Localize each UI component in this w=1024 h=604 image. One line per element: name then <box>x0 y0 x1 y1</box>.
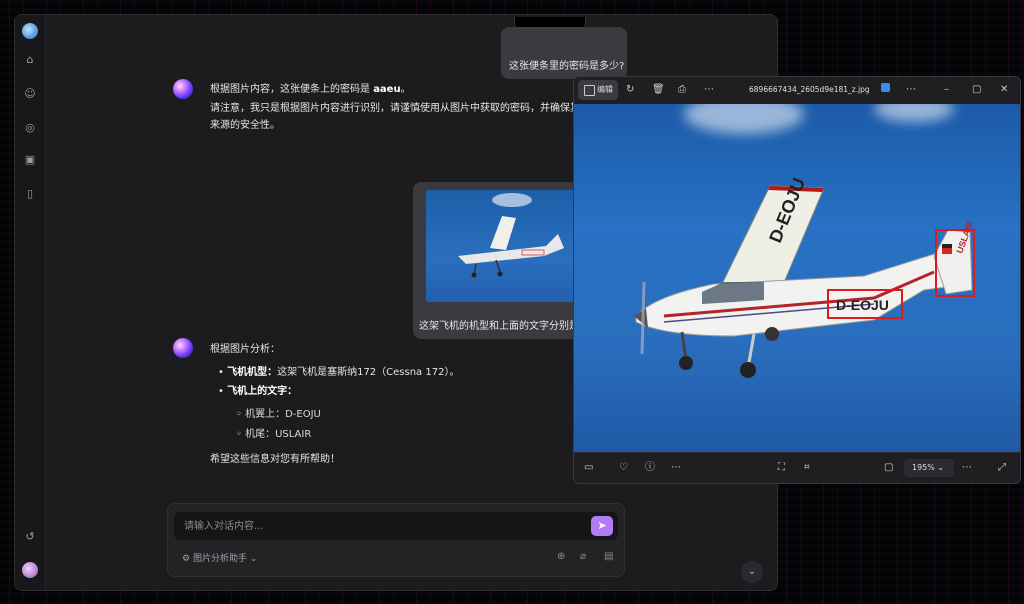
app-logo-icon[interactable] <box>22 23 38 39</box>
sub-item-text: 机尾：USLAIR <box>245 429 312 440</box>
edit-icon <box>584 85 595 96</box>
side-rail: ⌂ ☺ ◎ ▣ ▯ ↺ <box>15 15 46 590</box>
user-message-1: 这张便条里的密码是多少? <box>501 27 627 79</box>
fuselage-registration: D-EOJU <box>836 297 889 313</box>
answer-text: 希望这些信息对您有所帮助！ <box>210 454 340 465</box>
compass-icon[interactable]: ◎ <box>23 121 37 135</box>
file-name: 6896667434_2605d9e181_z.jpg <box>749 85 870 94</box>
item-label: 飞机机型： <box>227 367 278 378</box>
favorite-icon[interactable]: ♡ <box>619 461 628 475</box>
edit-button[interactable]: 编辑 <box>578 80 618 100</box>
scan-icon[interactable]: ⌗ <box>804 461 810 475</box>
user-avatar[interactable] <box>22 562 38 578</box>
zoom-selector[interactable]: 195% ⌄ <box>904 459 954 477</box>
answer-text: 请注意，我只是根据图片内容进行识别，请谨慎使用从图片中获取的密码，并确保其 <box>210 103 580 114</box>
send-button[interactable]: ➤ <box>591 516 613 536</box>
user-message-text: 这张便条里的密码是多少? <box>509 61 625 72</box>
item-label: 飞机上的文字： <box>227 386 298 397</box>
viewer-bottom-bar: ▭ ♡ ⓘ ⋯ ⛶ ⌗ ▢ 195% ⌄ ⋯ ⤢ <box>574 452 1020 483</box>
password-value: aaeu <box>373 84 401 95</box>
home-icon[interactable]: ⌂ <box>23 53 37 67</box>
user-message-2: 这架飞机的机型和上面的文字分别是什么？ <box>413 182 609 339</box>
bot-avatar <box>173 79 193 99</box>
delete-icon[interactable]: 🗑 <box>652 83 665 97</box>
assistant-message-1: 根据图片内容，这张便条上的密码是 aaeu。 请注意，我只是根据图片内容进行识别… <box>210 81 580 134</box>
list-item: • 飞机上的文字： <box>218 386 298 397</box>
fullscreen-icon[interactable]: ⤢ <box>998 461 1006 475</box>
rotate-icon[interactable]: ↻ <box>626 83 634 97</box>
web-icon[interactable]: ⊕ <box>557 551 565 562</box>
list-item: • 飞机机型：这架飞机是塞斯纳172（Cessna 172）。 <box>218 367 460 378</box>
edit-label: 编辑 <box>597 85 613 94</box>
assistant-name: 图片分析助手 <box>192 554 247 564</box>
zoom-value: 195% <box>912 463 935 472</box>
clear-icon[interactable]: ▤ <box>604 551 613 562</box>
minimize-icon[interactable]: – <box>944 83 949 97</box>
fit-icon[interactable]: ⛶ <box>778 461 785 475</box>
answer-text: 根据图片分析： <box>210 344 280 355</box>
sub-list-item: ◦ 机尾：USLAIR <box>236 429 312 440</box>
actual-size-icon[interactable]: ▢ <box>884 461 893 475</box>
airplane-photo: D-EOJU USLAIR D-EOJU <box>574 104 1020 453</box>
attach-icon[interactable]: ⌀ <box>580 551 586 562</box>
more-icon[interactable]: ⋯ <box>671 461 681 475</box>
more-icon[interactable]: ⋯ <box>962 461 972 475</box>
sub-item-text: 机翼上：D-EOJU <box>245 409 321 420</box>
info-icon[interactable]: ⓘ <box>645 461 655 475</box>
filmstrip-icon[interactable]: ▭ <box>584 461 593 475</box>
more-icon[interactable]: ⋯ <box>704 83 714 97</box>
history-icon[interactable]: ↺ <box>23 530 37 544</box>
airplane-thumbnail[interactable] <box>426 190 578 302</box>
answer-text: 来源的安全性。 <box>210 120 280 131</box>
chat-input[interactable] <box>174 512 618 540</box>
item-text: 这架飞机是塞斯纳172（Cessna 172）。 <box>277 367 460 378</box>
viewer-toolbar: 编辑 ↻ 🗑 ⎙ ⋯ 6896667434_2605d9e181_z.jpg ⋯… <box>574 77 1020 104</box>
print-icon[interactable]: ⎙ <box>678 83 686 97</box>
edit-with-icon[interactable] <box>881 83 890 92</box>
scroll-down-button[interactable]: ⌄ <box>741 561 763 583</box>
assistant-message-2: 根据图片分析： • 飞机机型：这架飞机是塞斯纳172（Cessna 172）。 … <box>210 341 580 468</box>
terminal-icon[interactable]: ▣ <box>23 153 37 167</box>
sub-list-item: ◦ 机翼上：D-EOJU <box>236 409 321 420</box>
answer-text: 。 <box>400 84 411 95</box>
close-icon[interactable]: ✕ <box>1000 83 1008 97</box>
chat-input-box: ➤ ⚙ 图片分析助手 ⌄ ⊕ ⌀ ▤ <box>167 503 625 577</box>
photo-viewer-window: 编辑 ↻ 🗑 ⎙ ⋯ 6896667434_2605d9e181_z.jpg ⋯… <box>573 76 1021 484</box>
assistant-selector[interactable]: ⚙ 图片分析助手 ⌄ <box>182 551 257 564</box>
more-icon[interactable]: ⋯ <box>906 83 916 97</box>
answer-text: 根据图片内容，这张便条上的密码是 <box>210 84 374 95</box>
maximize-icon[interactable]: ▢ <box>972 83 981 97</box>
book-icon[interactable]: ▯ <box>23 187 37 201</box>
bot-avatar <box>173 338 193 358</box>
robot-icon[interactable]: ☺ <box>23 87 37 101</box>
